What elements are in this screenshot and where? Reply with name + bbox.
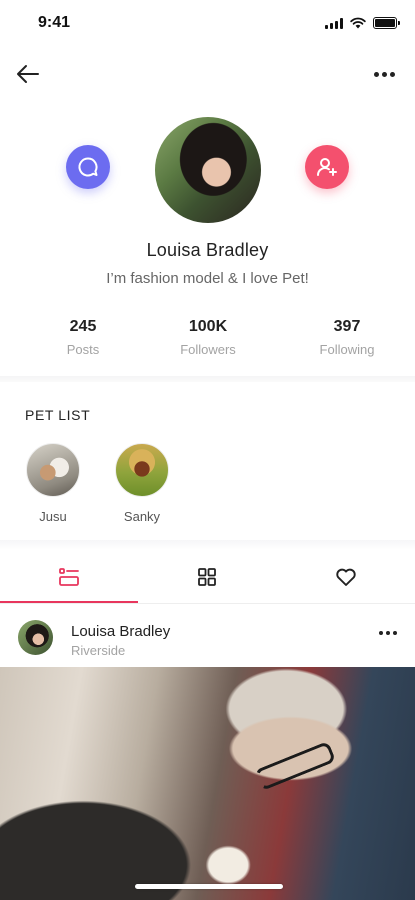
stat-label: Posts bbox=[66, 342, 100, 357]
pet-item-jusu[interactable]: Jusu bbox=[25, 443, 81, 524]
wifi-icon bbox=[350, 17, 366, 29]
pet-item-sanky[interactable]: Sanky bbox=[114, 443, 170, 524]
status-icons bbox=[325, 17, 400, 29]
stat-following[interactable]: 397 Following bbox=[292, 318, 402, 357]
content-tabs bbox=[0, 553, 415, 603]
chat-bubble-icon bbox=[78, 157, 98, 177]
pet-list-title: PET LIST bbox=[25, 407, 91, 423]
post-author-name[interactable]: Louisa Bradley bbox=[71, 623, 170, 640]
status-time: 9:41 bbox=[38, 14, 71, 31]
section-divider bbox=[0, 376, 415, 382]
more-horizontal-icon bbox=[379, 631, 383, 635]
pet-avatar bbox=[26, 443, 80, 497]
post-photo-detail bbox=[253, 740, 337, 792]
pet-name: Sanky bbox=[123, 509, 161, 524]
tab-grid[interactable] bbox=[138, 553, 276, 601]
profile-bio: I’m fashion model & I love Pet! bbox=[106, 270, 309, 287]
back-arrow-icon bbox=[17, 65, 39, 83]
profile-stats: 245 Posts 100K Followers 397 Following bbox=[0, 318, 415, 368]
pet-avatar bbox=[115, 443, 169, 497]
profile-avatar bbox=[155, 117, 261, 223]
profile-name: Louisa Bradley bbox=[146, 240, 269, 260]
section-divider bbox=[0, 540, 415, 550]
stat-label: Following bbox=[319, 342, 375, 357]
stat-label: Followers bbox=[180, 342, 236, 357]
stat-value: 397 bbox=[333, 318, 361, 335]
heart-icon bbox=[336, 568, 356, 586]
stat-followers[interactable]: 100K Followers bbox=[153, 318, 263, 357]
add-user-icon bbox=[317, 158, 337, 176]
tabs-divider bbox=[0, 603, 415, 604]
post-image[interactable] bbox=[0, 667, 415, 900]
battery-icon bbox=[373, 17, 400, 29]
stat-value: 100K bbox=[188, 318, 228, 335]
post-author-avatar[interactable] bbox=[18, 620, 53, 655]
message-button[interactable] bbox=[66, 145, 110, 189]
list-view-icon bbox=[59, 568, 79, 586]
more-horizontal-icon bbox=[373, 71, 379, 77]
more-options-button[interactable] bbox=[369, 60, 399, 88]
post-location: Riverside bbox=[71, 643, 126, 658]
top-nav bbox=[0, 52, 415, 96]
home-indicator bbox=[135, 884, 283, 889]
back-button[interactable] bbox=[14, 60, 42, 88]
stat-posts[interactable]: 245 Posts bbox=[28, 318, 138, 357]
grid-view-icon bbox=[198, 568, 216, 586]
tab-favorites[interactable] bbox=[277, 553, 415, 601]
pet-name: Jusu bbox=[39, 509, 67, 524]
status-bar: 9:41 bbox=[0, 0, 415, 46]
add-friend-button[interactable] bbox=[305, 145, 349, 189]
tab-list[interactable] bbox=[0, 553, 138, 601]
signal-icon bbox=[325, 17, 343, 29]
stat-value: 245 bbox=[69, 318, 97, 335]
post-header: Louisa Bradley Riverside bbox=[0, 612, 415, 662]
post-more-button[interactable] bbox=[379, 631, 397, 635]
